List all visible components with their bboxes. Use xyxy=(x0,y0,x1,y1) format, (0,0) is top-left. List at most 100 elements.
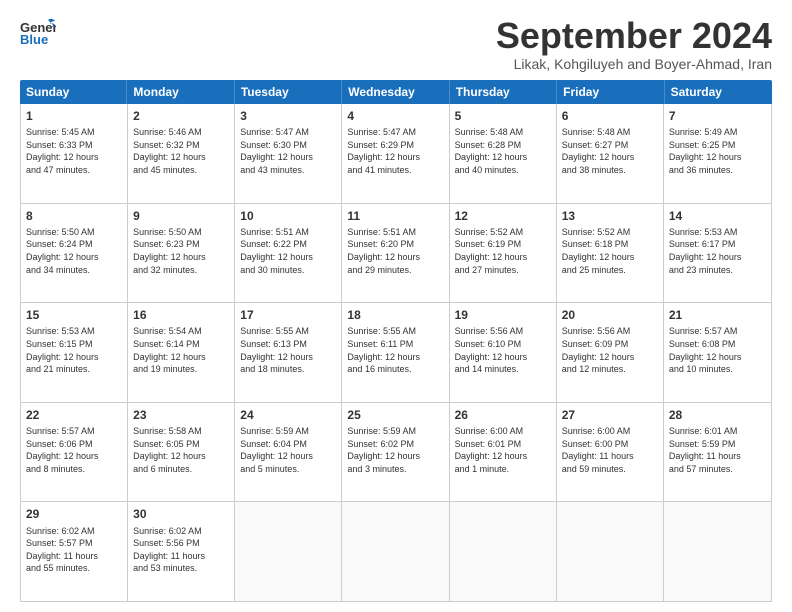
cell-info: Sunrise: 5:52 AM Sunset: 6:19 PM Dayligh… xyxy=(455,226,551,276)
calendar-cell: 7 Sunrise: 5:49 AM Sunset: 6:25 PM Daylig… xyxy=(664,104,771,203)
calendar-week: 15 Sunrise: 5:53 AM Sunset: 6:15 PM Dayli… xyxy=(21,303,771,403)
calendar-cell: 14Sunrise: 5:53 AM Sunset: 6:17 PM Dayli… xyxy=(664,204,771,303)
calendar-cell: 22Sunrise: 5:57 AM Sunset: 6:06 PM Dayli… xyxy=(21,403,128,502)
day-number: 1 xyxy=(26,108,122,124)
cell-info: Sunrise: 5:53 AM Sunset: 6:15 PM Dayligh… xyxy=(26,325,122,375)
day-number: 24 xyxy=(240,407,336,423)
calendar-cell: 5 Sunrise: 5:48 AM Sunset: 6:28 PM Daylig… xyxy=(450,104,557,203)
day-number: 27 xyxy=(562,407,658,423)
calendar-cell: 30 Sunrise: 6:02 AM Sunset: 5:56 PM Dayli… xyxy=(128,502,235,601)
day-number: 2 xyxy=(133,108,229,124)
calendar-cell xyxy=(557,502,664,601)
day-number: 11 xyxy=(347,208,443,224)
calendar-cell: 25 Sunrise: 5:59 AM Sunset: 6:02 PM Dayli… xyxy=(342,403,449,502)
calendar-cell xyxy=(235,502,342,601)
day-number: 25 xyxy=(347,407,443,423)
day-number: 26 xyxy=(455,407,551,423)
day-number: 15 xyxy=(26,307,122,323)
day-number: 7 xyxy=(669,108,766,124)
calendar-cell: 10 Sunrise: 5:51 AM Sunset: 6:22 PM Dayli… xyxy=(235,204,342,303)
calendar-cell: 21 Sunrise: 5:57 AM Sunset: 6:08 PM Dayli… xyxy=(664,303,771,402)
day-number: 13 xyxy=(562,208,658,224)
calendar-body: 1 Sunrise: 5:45 AM Sunset: 6:33 PM Daylig… xyxy=(20,104,772,602)
cell-info: Sunrise: 5:59 AM Sunset: 6:02 PM Dayligh… xyxy=(347,425,443,475)
weekday-header: Friday xyxy=(557,80,664,104)
calendar-header: SundayMondayTuesdayWednesdayThursdayFrid… xyxy=(20,80,772,104)
calendar-cell: 17 Sunrise: 5:55 AM Sunset: 6:13 PM Dayli… xyxy=(235,303,342,402)
calendar-cell: 28 Sunrise: 6:01 AM Sunset: 5:59 PM Dayli… xyxy=(664,403,771,502)
cell-info: Sunrise: 5:50 AM Sunset: 6:23 PM Dayligh… xyxy=(133,226,229,276)
cell-info: Sunrise: 5:58 AM Sunset: 6:05 PM Dayligh… xyxy=(133,425,229,475)
calendar-cell xyxy=(664,502,771,601)
location-title: Likak, Kohgiluyeh and Boyer-Ahmad, Iran xyxy=(496,56,772,72)
cell-info: Sunrise: 5:52 AM Sunset: 6:18 PM Dayligh… xyxy=(562,226,658,276)
cell-info: Sunrise: 5:50 AM Sunset: 6:24 PM Dayligh… xyxy=(26,226,122,276)
day-number: 17 xyxy=(240,307,336,323)
day-number: 3 xyxy=(240,108,336,124)
calendar-cell: 6Sunrise: 5:48 AM Sunset: 6:27 PM Daylig… xyxy=(557,104,664,203)
day-number: 30 xyxy=(133,506,229,522)
day-number: 22 xyxy=(26,407,122,423)
cell-info: Sunrise: 5:48 AM Sunset: 6:28 PM Dayligh… xyxy=(455,126,551,176)
cell-info: Sunrise: 5:49 AM Sunset: 6:25 PM Dayligh… xyxy=(669,126,766,176)
calendar-cell: 11 Sunrise: 5:51 AM Sunset: 6:20 PM Dayli… xyxy=(342,204,449,303)
weekday-header: Tuesday xyxy=(235,80,342,104)
calendar-cell xyxy=(342,502,449,601)
calendar: SundayMondayTuesdayWednesdayThursdayFrid… xyxy=(20,80,772,602)
cell-info: Sunrise: 6:00 AM Sunset: 6:00 PM Dayligh… xyxy=(562,425,658,475)
cell-info: Sunrise: 6:00 AM Sunset: 6:01 PM Dayligh… xyxy=(455,425,551,475)
cell-info: Sunrise: 6:02 AM Sunset: 5:56 PM Dayligh… xyxy=(133,525,229,575)
cell-info: Sunrise: 5:55 AM Sunset: 6:11 PM Dayligh… xyxy=(347,325,443,375)
weekday-header: Saturday xyxy=(665,80,772,104)
day-number: 12 xyxy=(455,208,551,224)
calendar-cell: 16 Sunrise: 5:54 AM Sunset: 6:14 PM Dayli… xyxy=(128,303,235,402)
calendar-cell: 27 Sunrise: 6:00 AM Sunset: 6:00 PM Dayli… xyxy=(557,403,664,502)
weekday-header: Wednesday xyxy=(342,80,449,104)
calendar-cell: 1 Sunrise: 5:45 AM Sunset: 6:33 PM Daylig… xyxy=(21,104,128,203)
day-number: 5 xyxy=(455,108,551,124)
calendar-cell xyxy=(450,502,557,601)
cell-info: Sunrise: 6:01 AM Sunset: 5:59 PM Dayligh… xyxy=(669,425,766,475)
calendar-cell: 20 Sunrise: 5:56 AM Sunset: 6:09 PM Dayli… xyxy=(557,303,664,402)
calendar-week: 22Sunrise: 5:57 AM Sunset: 6:06 PM Dayli… xyxy=(21,403,771,503)
day-number: 8 xyxy=(26,208,122,224)
cell-info: Sunrise: 5:45 AM Sunset: 6:33 PM Dayligh… xyxy=(26,126,122,176)
day-number: 20 xyxy=(562,307,658,323)
calendar-cell: 18Sunrise: 5:55 AM Sunset: 6:11 PM Dayli… xyxy=(342,303,449,402)
day-number: 19 xyxy=(455,307,551,323)
calendar-cell: 15 Sunrise: 5:53 AM Sunset: 6:15 PM Dayli… xyxy=(21,303,128,402)
calendar-cell: 12 Sunrise: 5:52 AM Sunset: 6:19 PM Dayli… xyxy=(450,204,557,303)
calendar-cell: 13 Sunrise: 5:52 AM Sunset: 6:18 PM Dayli… xyxy=(557,204,664,303)
cell-info: Sunrise: 6:02 AM Sunset: 5:57 PM Dayligh… xyxy=(26,525,122,575)
logo-icon: General Blue xyxy=(20,18,56,46)
calendar-cell: 4Sunrise: 5:47 AM Sunset: 6:29 PM Daylig… xyxy=(342,104,449,203)
cell-info: Sunrise: 5:51 AM Sunset: 6:20 PM Dayligh… xyxy=(347,226,443,276)
day-number: 14 xyxy=(669,208,766,224)
day-number: 21 xyxy=(669,307,766,323)
day-number: 16 xyxy=(133,307,229,323)
logo: General Blue xyxy=(20,18,56,46)
calendar-cell: 29 Sunrise: 6:02 AM Sunset: 5:57 PM Dayli… xyxy=(21,502,128,601)
weekday-header: Monday xyxy=(127,80,234,104)
cell-info: Sunrise: 5:51 AM Sunset: 6:22 PM Dayligh… xyxy=(240,226,336,276)
calendar-cell: 23Sunrise: 5:58 AM Sunset: 6:05 PM Dayli… xyxy=(128,403,235,502)
cell-info: Sunrise: 5:56 AM Sunset: 6:09 PM Dayligh… xyxy=(562,325,658,375)
cell-info: Sunrise: 5:46 AM Sunset: 6:32 PM Dayligh… xyxy=(133,126,229,176)
day-number: 10 xyxy=(240,208,336,224)
calendar-cell: 24Sunrise: 5:59 AM Sunset: 6:04 PM Dayli… xyxy=(235,403,342,502)
svg-text:Blue: Blue xyxy=(20,32,48,46)
calendar-cell: 8 Sunrise: 5:50 AM Sunset: 6:24 PM Daylig… xyxy=(21,204,128,303)
day-number: 9 xyxy=(133,208,229,224)
cell-info: Sunrise: 5:54 AM Sunset: 6:14 PM Dayligh… xyxy=(133,325,229,375)
month-title: September 2024 xyxy=(496,18,772,54)
cell-info: Sunrise: 5:57 AM Sunset: 6:08 PM Dayligh… xyxy=(669,325,766,375)
cell-info: Sunrise: 5:56 AM Sunset: 6:10 PM Dayligh… xyxy=(455,325,551,375)
cell-info: Sunrise: 5:48 AM Sunset: 6:27 PM Dayligh… xyxy=(562,126,658,176)
cell-info: Sunrise: 5:55 AM Sunset: 6:13 PM Dayligh… xyxy=(240,325,336,375)
calendar-cell: 26 Sunrise: 6:00 AM Sunset: 6:01 PM Dayli… xyxy=(450,403,557,502)
weekday-header: Sunday xyxy=(20,80,127,104)
calendar-page: General Blue September 2024 Likak, Kohgi… xyxy=(0,0,792,612)
weekday-header: Thursday xyxy=(450,80,557,104)
day-number: 28 xyxy=(669,407,766,423)
day-number: 29 xyxy=(26,506,122,522)
